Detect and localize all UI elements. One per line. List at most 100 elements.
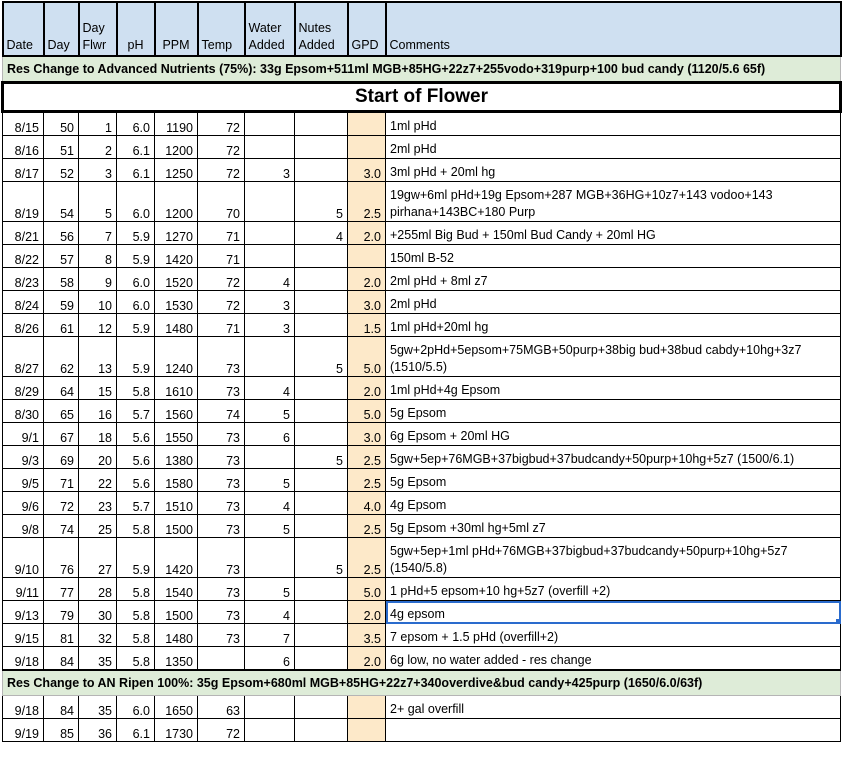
cell-ph[interactable]: 5.9: [116, 537, 155, 578]
cell-day[interactable]: 54: [43, 181, 79, 222]
cell-water-added[interactable]: 5: [244, 514, 295, 538]
cell-date[interactable]: 8/27: [2, 336, 44, 377]
cell-water-added[interactable]: 4: [244, 600, 295, 624]
cell-day[interactable]: 69: [43, 445, 79, 469]
cell-water-added[interactable]: 4: [244, 491, 295, 515]
cell-nutes-added[interactable]: [294, 577, 348, 601]
cell-nutes-added[interactable]: [294, 244, 348, 268]
header-ppm[interactable]: PPM: [153, 1, 199, 57]
cell-day[interactable]: 57: [43, 244, 79, 268]
cell-temp[interactable]: 72: [197, 135, 245, 159]
cell-water-added[interactable]: 3: [244, 290, 295, 314]
cell-ppm[interactable]: 1540: [154, 577, 198, 601]
cell-ppm[interactable]: 1650: [154, 695, 198, 719]
cell-day[interactable]: 67: [43, 422, 79, 446]
cell-comment[interactable]: 5g Epsom +30ml hg+5ml z7: [385, 514, 841, 538]
cell-gpd[interactable]: 3.0: [347, 290, 386, 314]
cell-ph[interactable]: 6.0: [116, 695, 155, 719]
cell-ppm[interactable]: 1530: [154, 290, 198, 314]
cell-day[interactable]: 74: [43, 514, 79, 538]
cell-temp[interactable]: 74: [197, 399, 245, 423]
cell-nutes-added[interactable]: [294, 422, 348, 446]
cell-day[interactable]: 58: [43, 267, 79, 291]
cell-ph[interactable]: 5.8: [116, 646, 155, 671]
cell-ph[interactable]: 6.1: [116, 158, 155, 182]
cell-date[interactable]: 8/24: [2, 290, 44, 314]
cell-water-added[interactable]: [244, 135, 295, 159]
cell-date[interactable]: 9/13: [2, 600, 44, 624]
cell-nutes-added[interactable]: [294, 135, 348, 159]
cell-day-flwr[interactable]: 1: [78, 111, 117, 136]
cell-water-added[interactable]: [244, 718, 295, 742]
cell-day-flwr[interactable]: 36: [78, 718, 117, 742]
cell-nutes-added[interactable]: [294, 600, 348, 624]
cell-day[interactable]: 65: [43, 399, 79, 423]
cell-nutes-added[interactable]: [294, 468, 348, 492]
cell-day-flwr[interactable]: 10: [78, 290, 117, 314]
cell-ph[interactable]: 5.6: [116, 422, 155, 446]
cell-day[interactable]: 52: [43, 158, 79, 182]
cell-comment[interactable]: 150ml B-52: [385, 244, 841, 268]
cell-gpd[interactable]: 3.5: [347, 623, 386, 647]
header-comments[interactable]: Comments: [384, 1, 842, 57]
cell-gpd[interactable]: 2.0: [347, 600, 386, 624]
cell-comment[interactable]: 4g epsom: [385, 600, 841, 624]
cell-gpd[interactable]: 2.5: [347, 468, 386, 492]
header-ph[interactable]: pH: [115, 1, 156, 57]
cell-date[interactable]: 9/11: [2, 577, 44, 601]
cell-ppm[interactable]: 1520: [154, 267, 198, 291]
cell-nutes-added[interactable]: [294, 376, 348, 400]
cell-nutes-added[interactable]: 5: [294, 181, 348, 222]
cell-water-added[interactable]: 4: [244, 376, 295, 400]
cell-water-added[interactable]: 6: [244, 422, 295, 446]
cell-water-added[interactable]: [244, 244, 295, 268]
cell-temp[interactable]: 70: [197, 181, 245, 222]
cell-day[interactable]: 84: [43, 695, 79, 719]
cell-gpd[interactable]: 2.5: [347, 537, 386, 578]
cell-comment[interactable]: 6g Epsom + 20ml HG: [385, 422, 841, 446]
cell-comment[interactable]: 4g Epsom: [385, 491, 841, 515]
res-change-note[interactable]: Res Change to AN Ripen 100%: 35g Epsom+6…: [2, 669, 841, 696]
cell-day-flwr[interactable]: 7: [78, 221, 117, 245]
cell-day[interactable]: 50: [43, 111, 79, 136]
cell-gpd[interactable]: [347, 135, 386, 159]
cell-ppm[interactable]: 1510: [154, 491, 198, 515]
cell-comment[interactable]: 5gw+5ep+76MGB+37bigbud+37budcandy+50purp…: [385, 445, 841, 469]
cell-comment[interactable]: 5g Epsom: [385, 399, 841, 423]
cell-temp[interactable]: 72: [197, 718, 245, 742]
header-water-added[interactable]: Water Added: [243, 1, 296, 57]
cell-ph[interactable]: 5.9: [116, 336, 155, 377]
cell-comment[interactable]: 2ml pHd: [385, 290, 841, 314]
cell-ppm[interactable]: 1270: [154, 221, 198, 245]
cell-temp[interactable]: 71: [197, 313, 245, 337]
cell-date[interactable]: 8/19: [2, 181, 44, 222]
cell-ppm[interactable]: 1500: [154, 514, 198, 538]
cell-comment[interactable]: 1ml pHd+4g Epsom: [385, 376, 841, 400]
cell-ph[interactable]: 6.0: [116, 111, 155, 136]
cell-day-flwr[interactable]: 23: [78, 491, 117, 515]
cell-day-flwr[interactable]: 20: [78, 445, 117, 469]
cell-ph[interactable]: 5.8: [116, 376, 155, 400]
cell-day[interactable]: 51: [43, 135, 79, 159]
cell-nutes-added[interactable]: 5: [294, 336, 348, 377]
cell-temp[interactable]: 73: [197, 336, 245, 377]
cell-date[interactable]: 8/29: [2, 376, 44, 400]
cell-temp[interactable]: 71: [197, 221, 245, 245]
cell-ppm[interactable]: 1550: [154, 422, 198, 446]
cell-date[interactable]: 8/26: [2, 313, 44, 337]
cell-day-flwr[interactable]: 32: [78, 623, 117, 647]
cell-water-added[interactable]: 7: [244, 623, 295, 647]
cell-ppm[interactable]: 1610: [154, 376, 198, 400]
cell-date[interactable]: 8/30: [2, 399, 44, 423]
cell-comment[interactable]: 2ml pHd: [385, 135, 841, 159]
cell-day[interactable]: 76: [43, 537, 79, 578]
cell-gpd[interactable]: 2.0: [347, 221, 386, 245]
cell-gpd[interactable]: [347, 695, 386, 719]
cell-date[interactable]: 9/15: [2, 623, 44, 647]
cell-day-flwr[interactable]: 27: [78, 537, 117, 578]
cell-ph[interactable]: 5.8: [116, 623, 155, 647]
cell-temp[interactable]: 73: [197, 445, 245, 469]
cell-day[interactable]: 61: [43, 313, 79, 337]
cell-day[interactable]: 77: [43, 577, 79, 601]
cell-nutes-added[interactable]: [294, 646, 348, 671]
